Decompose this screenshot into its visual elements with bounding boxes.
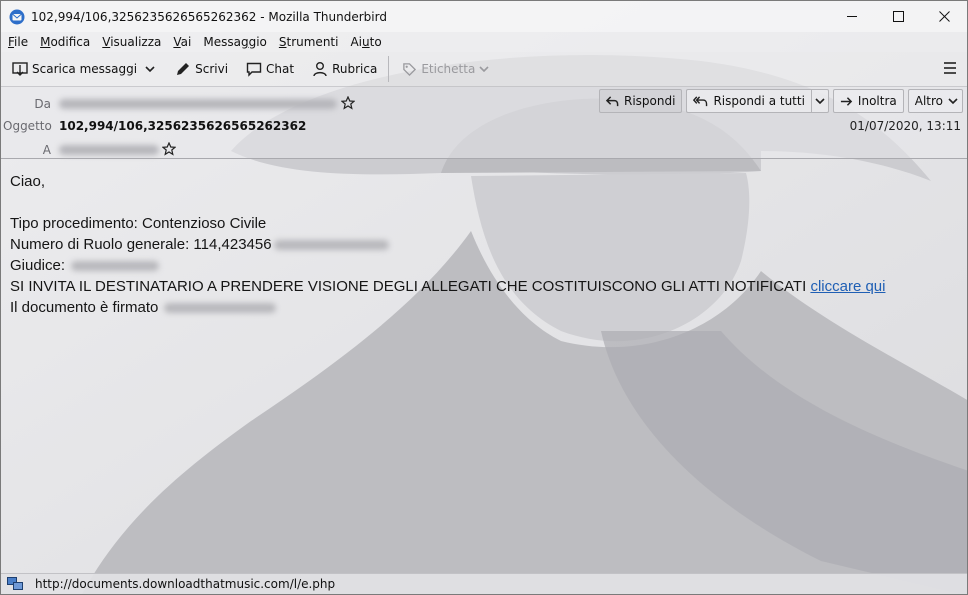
to-label: A <box>42 143 51 157</box>
body-invite: SI INVITA IL DESTINATARIO A PRENDERE VIS… <box>10 278 807 295</box>
more-button[interactable]: Altro <box>907 89 963 113</box>
star-icon[interactable] <box>162 142 176 156</box>
menu-view[interactable]: Visualizza <box>96 35 167 49</box>
chat-button[interactable]: Chat <box>241 57 299 81</box>
contacts-icon <box>313 62 327 77</box>
more-label: Altro <box>914 94 943 108</box>
chat-icon <box>246 62 262 77</box>
status-url: http://documents.downloadthatmusic.com/l… <box>35 577 336 591</box>
close-icon <box>938 11 950 22</box>
menu-go[interactable]: Vai <box>167 35 197 49</box>
body-signed: Il documento è firmato <box>10 299 159 316</box>
judge-name-redacted <box>71 261 160 272</box>
menu-bar: File Modifica Visualizza Vai Messaggio S… <box>1 32 967 52</box>
case-number-redacted <box>273 240 389 251</box>
message-header: Da Oggetto 102,994/106,32562356265652623… <box>1 87 967 159</box>
reply-all-label: Rispondi a tutti <box>713 94 805 108</box>
get-messages-button[interactable]: Scarica messaggi <box>7 57 142 81</box>
reply-all-split: Rispondi a tutti <box>686 89 829 113</box>
reply-icon <box>605 95 619 106</box>
body-signed-line: Il documento è firmato <box>10 297 958 318</box>
tag-label: Etichetta <box>421 62 476 76</box>
chat-label: Chat <box>266 62 295 76</box>
status-bar: http://documents.downloadthatmusic.com/l… <box>1 573 967 594</box>
app-menu-hamburger-icon[interactable] <box>943 61 957 75</box>
message-actions: Rispondi Rispondi a tutti Inoltra Altro <box>598 89 963 113</box>
body-invite-line: SI INVITA IL DESTINATARIO A PRENDERE VIS… <box>10 276 958 297</box>
write-label: Scrivi <box>195 62 229 76</box>
network-status-icon[interactable] <box>7 577 23 591</box>
chevron-down-icon <box>479 66 489 73</box>
toolbar-separator <box>388 56 390 82</box>
tag-icon <box>403 62 417 76</box>
message-body: Ciao, Tipo procedimento: Contenzioso Civ… <box>1 159 967 573</box>
message-subject: 102,994/106,3256235626565262362 <box>59 119 307 133</box>
menu-file[interactable]: File <box>1 35 34 49</box>
reply-button[interactable]: Rispondi <box>598 89 683 113</box>
reply-all-button[interactable]: Rispondi a tutti <box>686 89 811 113</box>
address-book-label: Rubrica <box>332 62 378 76</box>
chevron-down-icon <box>145 66 155 73</box>
chevron-down-icon <box>948 98 958 105</box>
phishing-link[interactable]: cliccare qui <box>810 278 885 295</box>
reply-all-dropdown[interactable] <box>810 89 829 113</box>
minimize-icon <box>846 16 857 17</box>
close-button[interactable] <box>921 1 967 32</box>
body-judge: Giudice: <box>10 257 66 274</box>
tag-button[interactable]: Etichetta <box>397 57 494 81</box>
body-procedure: Tipo procedimento: Contenzioso Civile <box>10 215 267 232</box>
maximize-icon <box>892 11 904 22</box>
menu-tools[interactable]: Strumenti <box>273 35 345 49</box>
body-case-number-line: Numero di Ruolo generale: 114,423456 <box>10 234 958 255</box>
title-bar: 102,994/106,3256235626565262362 - Mozill… <box>1 1 967 32</box>
body-greeting: Ciao, <box>10 173 46 190</box>
menu-message[interactable]: Messaggio <box>197 35 273 49</box>
forward-button[interactable]: Inoltra <box>832 89 904 113</box>
body-case-number: Numero di Ruolo generale: 114,423456 <box>10 236 272 253</box>
main-toolbar: Scarica messaggi Scrivi Chat Rubrica Eti… <box>1 52 967 87</box>
thunderbird-icon <box>9 9 25 24</box>
window-controls <box>829 1 967 32</box>
write-button[interactable]: Scrivi <box>170 57 233 81</box>
from-label: Da <box>34 97 51 111</box>
menu-edit[interactable]: Modifica <box>34 35 96 49</box>
star-icon[interactable] <box>341 96 355 110</box>
body-judge-line: Giudice: <box>10 255 958 276</box>
get-messages-label: Scarica messaggi <box>32 62 138 76</box>
get-messages-dropdown[interactable] <box>142 57 162 81</box>
chevron-down-icon <box>815 98 825 105</box>
download-icon <box>12 62 28 76</box>
address-book-button[interactable]: Rubrica <box>307 57 382 81</box>
maximize-button[interactable] <box>875 1 921 32</box>
pencil-icon <box>177 63 190 75</box>
forward-label: Inoltra <box>857 94 897 108</box>
to-address-redacted <box>59 145 159 155</box>
reply-label: Rispondi <box>623 94 676 108</box>
subject-label: Oggetto <box>3 119 52 133</box>
message-date: 01/07/2020, 13:11 <box>849 119 961 133</box>
reply-all-icon <box>693 95 708 106</box>
minimize-button[interactable] <box>829 1 875 32</box>
menu-help[interactable]: Aiuto <box>344 35 387 49</box>
forward-icon <box>840 96 853 106</box>
window-title: 102,994/106,3256235626565262362 - Mozill… <box>31 9 387 24</box>
from-address-redacted <box>59 99 337 109</box>
signer-redacted <box>164 303 277 314</box>
thunderbird-window: 102,994/106,3256235626565262362 - Mozill… <box>0 0 968 595</box>
